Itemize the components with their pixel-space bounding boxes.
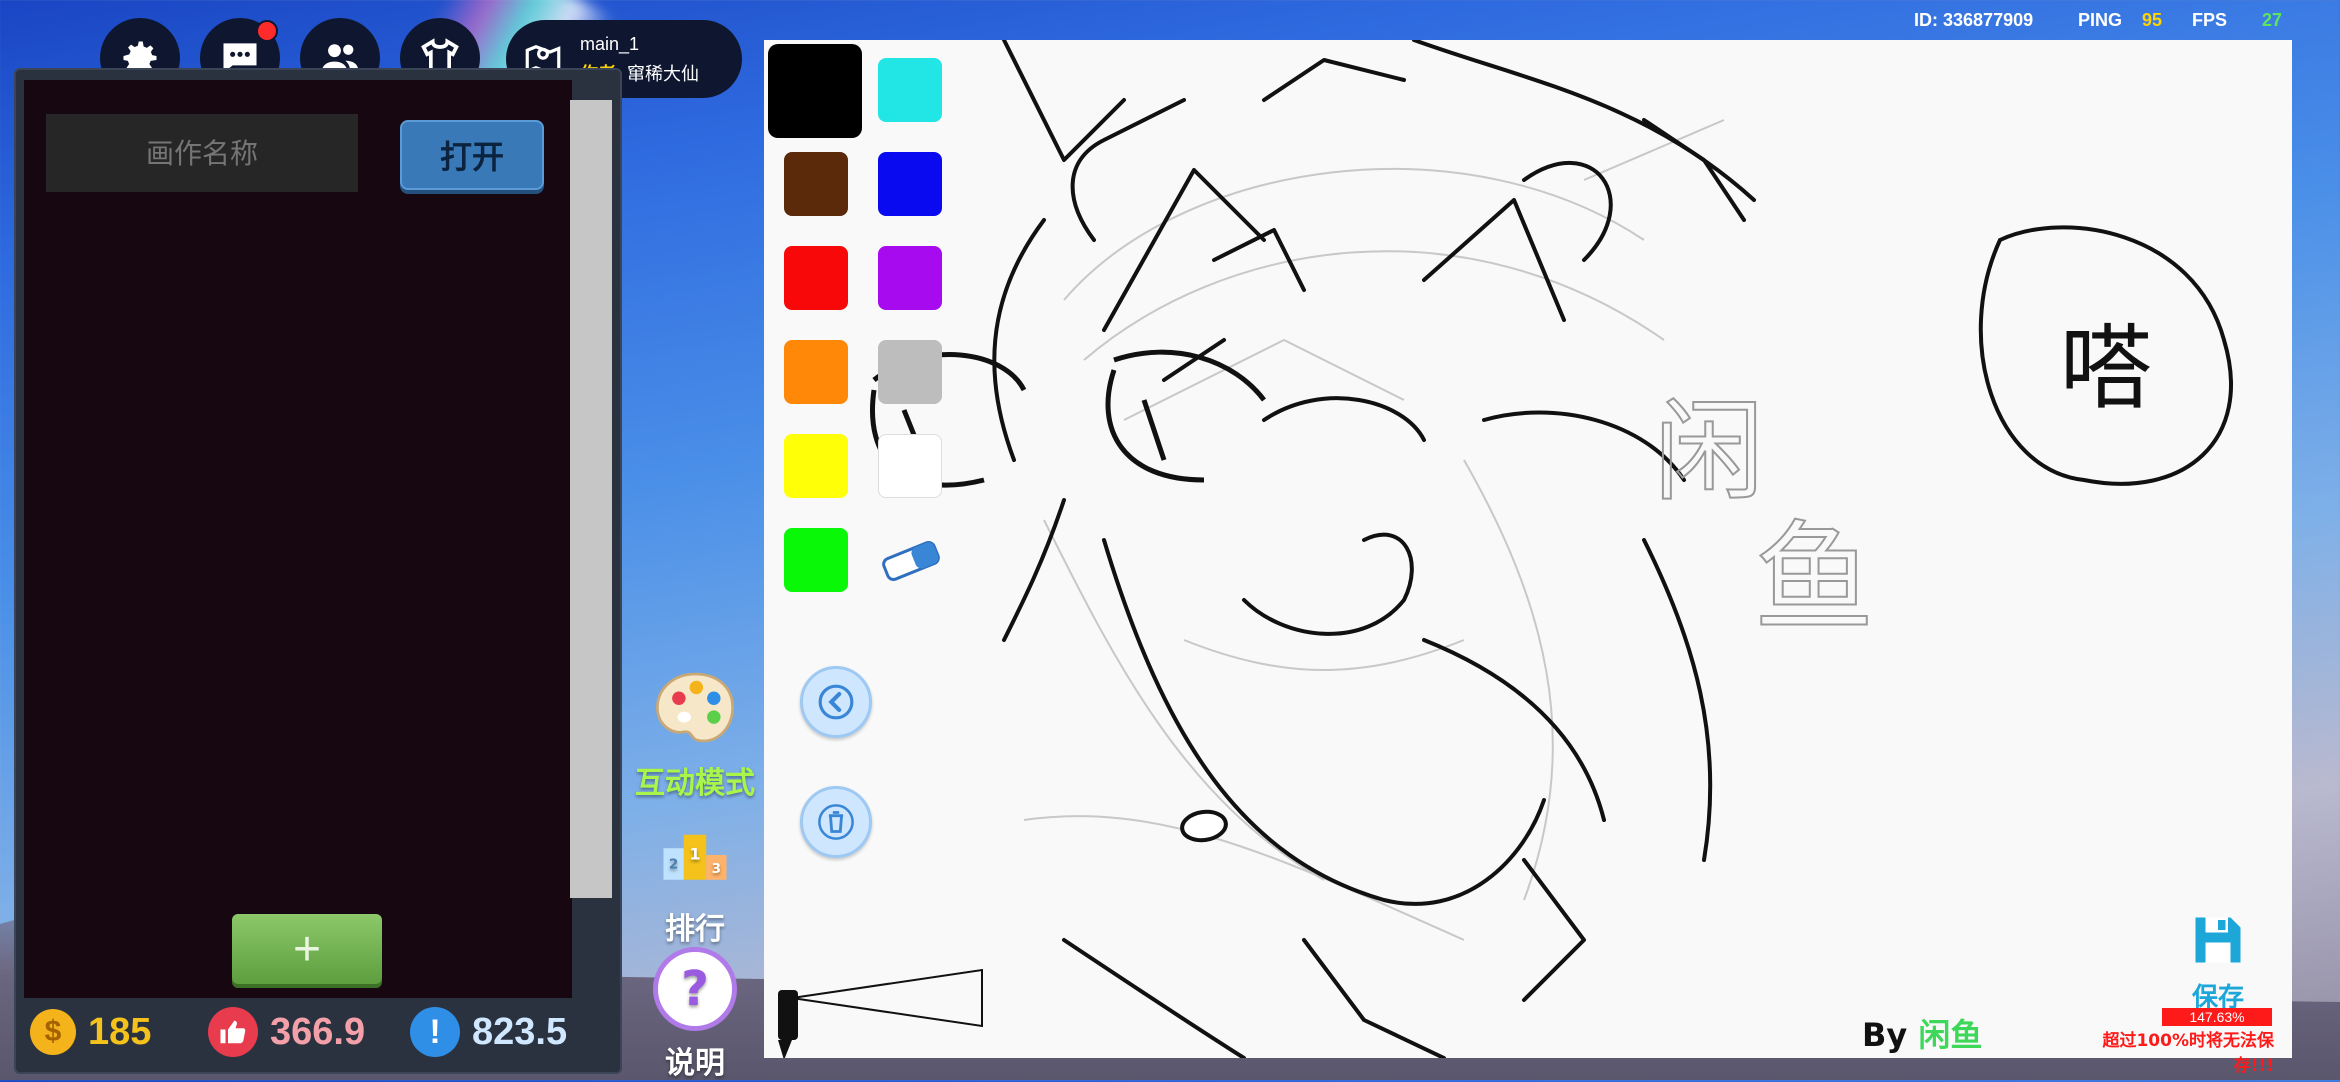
ping-readout: PING 95	[2078, 10, 2163, 30]
color-swatch-black[interactable]	[768, 44, 862, 138]
thumbs-up-icon	[208, 1007, 258, 1057]
like-counter: 366.9	[208, 1004, 365, 1060]
podium-icon: 12 3	[650, 810, 740, 900]
fps-readout: FPS 27	[2192, 10, 2283, 30]
color-swatch-blue[interactable]	[878, 152, 942, 216]
clear-button[interactable]	[800, 786, 872, 858]
artwork-name-input[interactable]	[46, 114, 358, 192]
floppy-disk-icon	[2195, 917, 2241, 963]
color-swatch-purple[interactable]	[878, 246, 942, 310]
open-button[interactable]: 打开	[400, 120, 544, 190]
notification-dot	[256, 20, 278, 42]
trash-icon	[818, 804, 854, 840]
svg-text:2: 2	[669, 857, 678, 873]
svg-text:1: 1	[690, 845, 701, 864]
palette-icon	[650, 664, 740, 754]
brush-size-wedge	[778, 968, 983, 1058]
color-swatch-gray[interactable]	[878, 340, 942, 404]
color-swatch-white[interactable]	[878, 434, 942, 498]
storage-warning: 超过100%时将无法保存!!!	[2102, 1031, 2274, 1076]
artist-signature: By 闲鱼	[1862, 1016, 1983, 1054]
save-button[interactable]: 保存	[2182, 910, 2254, 1014]
points-counter: ! 823.5	[410, 1004, 567, 1060]
color-swatch-yellow[interactable]	[784, 434, 848, 498]
color-swatch-cyan[interactable]	[878, 58, 942, 122]
list-scrollbar[interactable]	[570, 100, 612, 898]
add-button[interactable]: +	[232, 914, 382, 984]
sketch-drawing: 嗒 闲 鱼	[870, 40, 2233, 1058]
svg-text:闲: 闲	[1654, 388, 1764, 516]
undo-button[interactable]	[800, 666, 872, 738]
artwork-list[interactable]	[24, 80, 572, 998]
question-icon: ?	[650, 944, 740, 1034]
eraser-button[interactable]	[878, 536, 944, 586]
coin-icon: $	[30, 1009, 76, 1055]
coin-counter: $ 185	[30, 1004, 151, 1060]
color-swatch-brown[interactable]	[784, 152, 848, 216]
player-id: ID: 336877909	[1914, 10, 2034, 30]
brush-size-slider[interactable]	[770, 950, 990, 1058]
color-swatch-red[interactable]	[784, 246, 848, 310]
chevron-left-icon	[818, 684, 854, 720]
exclamation-icon: !	[410, 1007, 460, 1057]
color-swatch-orange[interactable]	[784, 340, 848, 404]
drawing-canvas[interactable]: 嗒 闲 鱼	[764, 40, 2292, 1058]
svg-text:3: 3	[712, 861, 721, 877]
help-button[interactable]: ? 说明	[630, 944, 760, 1082]
slider-handle	[778, 990, 798, 1040]
svg-text:嗒: 嗒	[2060, 315, 2152, 422]
color-swatch-green[interactable]	[784, 528, 848, 592]
interactive-mode-button[interactable]: 互动模式	[630, 664, 760, 802]
storage-usage-bar: 147.63%	[2162, 1008, 2272, 1026]
svg-text:鱼: 鱼	[1754, 510, 1874, 649]
ranking-button[interactable]: 123 排行	[630, 810, 760, 948]
eraser-icon	[882, 540, 940, 582]
map-name: main_1	[580, 34, 640, 54]
